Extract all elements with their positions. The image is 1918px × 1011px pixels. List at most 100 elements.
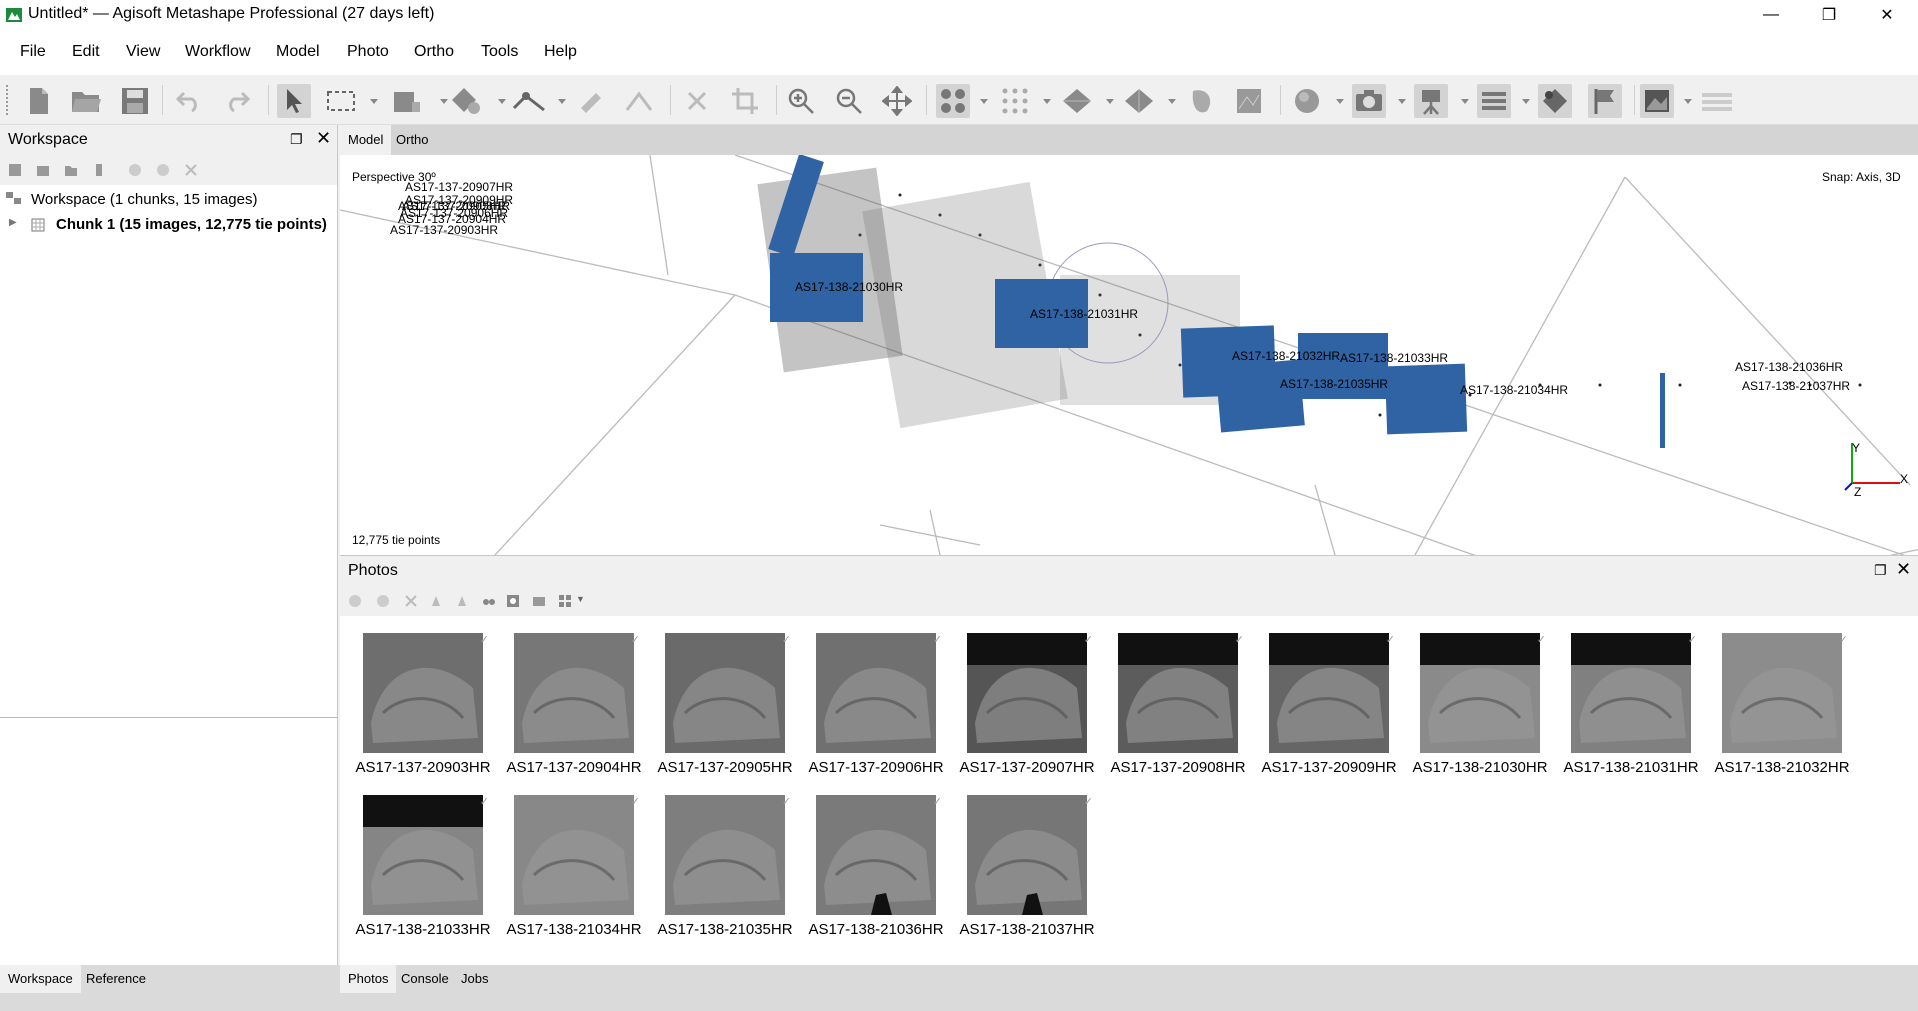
menu-model[interactable]: Model — [276, 43, 320, 61]
float-icon[interactable]: ❐ — [1874, 562, 1887, 579]
move-icon[interactable] — [880, 84, 914, 118]
delete-icon[interactable] — [184, 163, 198, 177]
expand-chevron-icon[interactable]: ▶ — [9, 217, 17, 228]
camera-frame-21036[interactable] — [1660, 373, 1665, 448]
enable-icon[interactable] — [348, 594, 362, 608]
float-icon[interactable]: ❐ — [290, 131, 303, 148]
photo-image — [363, 795, 483, 915]
maximize-button[interactable]: ❐ — [1806, 0, 1852, 30]
draw-polygon-icon[interactable] — [622, 84, 656, 118]
photo-thumbnail[interactable]: ✓ AS17-137-20908HR — [1110, 633, 1246, 776]
show-layers-icon[interactable] — [1700, 84, 1734, 118]
show-shapes-icon[interactable] — [1184, 84, 1218, 118]
disable-icon[interactable] — [156, 163, 170, 177]
close-button[interactable]: ✕ — [1864, 0, 1910, 30]
menu-tools[interactable]: Tools — [481, 43, 518, 61]
redo-icon[interactable] — [220, 84, 254, 118]
tab-workspace[interactable]: Workspace — [0, 965, 81, 993]
navigation-icon[interactable] — [277, 84, 311, 118]
toolbar-grip[interactable] — [6, 85, 10, 115]
enable-icon[interactable] — [128, 163, 142, 177]
show-images-icon[interactable] — [1640, 84, 1674, 118]
resize-region-icon[interactable] — [392, 84, 426, 118]
show-region-icon[interactable] — [1538, 84, 1572, 118]
add-chunk-icon[interactable] — [8, 163, 22, 177]
new-icon[interactable] — [22, 84, 56, 118]
images-view-icon[interactable] — [532, 594, 546, 608]
thumbnail-size-icon[interactable] — [558, 594, 572, 608]
show-points-icon[interactable] — [936, 84, 970, 118]
show-dense-icon[interactable] — [998, 84, 1032, 118]
chevron-down-icon[interactable]: ▼ — [576, 594, 585, 604]
disable-icon[interactable] — [376, 594, 390, 608]
photo-image — [1118, 633, 1238, 753]
undo-icon[interactable] — [172, 84, 206, 118]
photo-thumbnail[interactable]: ✓ AS17-137-20905HR — [657, 633, 793, 776]
delete-icon[interactable] — [680, 84, 714, 118]
menu-view[interactable]: View — [126, 43, 160, 61]
show-cameras-icon[interactable] — [1352, 84, 1386, 118]
menu-help[interactable]: Help — [544, 43, 577, 61]
rotate-region-icon[interactable] — [450, 84, 484, 118]
photo-thumbnail[interactable]: ✓ AS17-137-20906HR — [808, 633, 944, 776]
rotate-right-icon[interactable] — [454, 594, 468, 608]
camera-frame-21035[interactable] — [1215, 359, 1305, 433]
photo-thumbnail[interactable]: ✓ AS17-137-20903HR — [355, 633, 491, 776]
ruler-icon[interactable] — [512, 84, 546, 118]
tab-ortho[interactable]: Ortho — [388, 125, 437, 155]
chunk-label[interactable]: Chunk 1 (15 images, 12,775 tie points) — [56, 216, 327, 233]
remove-items-icon[interactable] — [92, 163, 106, 177]
rectangle-selection-icon[interactable] — [324, 84, 358, 118]
tab-model[interactable]: Model — [340, 125, 392, 155]
save-icon[interactable] — [118, 84, 152, 118]
photo-thumbnail[interactable]: ✓ AS17-138-21031HR — [1563, 633, 1699, 776]
zoom-in-icon[interactable] — [784, 84, 818, 118]
delete-icon[interactable] — [404, 594, 418, 608]
photo-thumbnail[interactable]: ✓ AS17-138-21032HR — [1714, 633, 1850, 776]
workspace-pane: Workspace ❐ ✕ Workspace (1 chunks, 15 im… — [0, 125, 338, 965]
photo-thumbnail[interactable]: ✓ AS17-138-21033HR — [355, 795, 491, 938]
mask-icon[interactable] — [506, 594, 520, 608]
tab-jobs[interactable]: Jobs — [453, 965, 496, 993]
zoom-out-icon[interactable] — [832, 84, 866, 118]
close-icon[interactable]: ✕ — [316, 128, 331, 149]
photo-thumbnail[interactable]: ✓ AS17-138-21030HR — [1412, 633, 1548, 776]
camera-label: AS17-138-21037HR — [1742, 379, 1851, 393]
photo-thumbnail[interactable]: ✓ AS17-137-20909HR — [1261, 633, 1397, 776]
show-ortho-icon[interactable] — [1290, 84, 1324, 118]
menu-file[interactable]: File — [20, 43, 46, 61]
show-model-icon[interactable] — [1060, 84, 1094, 118]
minimize-button[interactable]: — — [1748, 0, 1794, 30]
photo-thumbnail[interactable]: ✓ AS17-137-20907HR — [959, 633, 1095, 776]
photo-thumbnail[interactable]: ✓ AS17-138-21035HR — [657, 795, 793, 938]
photo-thumbnail[interactable]: ✓ AS17-137-20904HR — [506, 633, 642, 776]
tab-console[interactable]: Console — [393, 965, 457, 993]
open-icon[interactable] — [70, 84, 104, 118]
menu-ortho[interactable]: Ortho — [414, 43, 454, 61]
menu-edit[interactable]: Edit — [72, 43, 100, 61]
menu-workflow[interactable]: Workflow — [185, 43, 251, 61]
draw-polyline-icon[interactable] — [574, 84, 608, 118]
crop-icon[interactable] — [728, 84, 762, 118]
photo-thumbnail[interactable]: ✓ AS17-138-21036HR — [808, 795, 944, 938]
tab-reference[interactable]: Reference — [78, 965, 154, 993]
filter-icon[interactable] — [482, 594, 496, 608]
workspace-root-label[interactable]: Workspace (1 chunks, 15 images) — [31, 191, 258, 208]
view-tabs: Model Ortho — [340, 125, 1918, 155]
photo-thumbnail[interactable]: ✓ AS17-138-21034HR — [506, 795, 642, 938]
close-icon[interactable]: ✕ — [1896, 559, 1911, 580]
rotate-left-icon[interactable] — [430, 594, 444, 608]
model-viewport[interactable]: Perspective 30º Snap: Axis, 3D 12,775 ti… — [340, 155, 1918, 555]
show-dem-icon[interactable] — [1232, 84, 1266, 118]
menu-photo[interactable]: Photo — [347, 43, 389, 61]
camera-label: AS17-137-20905HR — [398, 199, 507, 213]
add-photos-icon[interactable] — [36, 163, 50, 177]
camera-frame-21034[interactable] — [1384, 363, 1468, 435]
photo-thumbnail[interactable]: ✓ AS17-138-21037HR — [959, 795, 1095, 938]
show-tiled-icon[interactable] — [1122, 84, 1156, 118]
show-markers-icon[interactable] — [1414, 84, 1448, 118]
tab-photos[interactable]: Photos — [340, 965, 397, 993]
add-folder-icon[interactable] — [64, 163, 78, 177]
show-shapes-flag-icon[interactable] — [1588, 84, 1622, 118]
show-grid-icon[interactable] — [1477, 84, 1511, 118]
